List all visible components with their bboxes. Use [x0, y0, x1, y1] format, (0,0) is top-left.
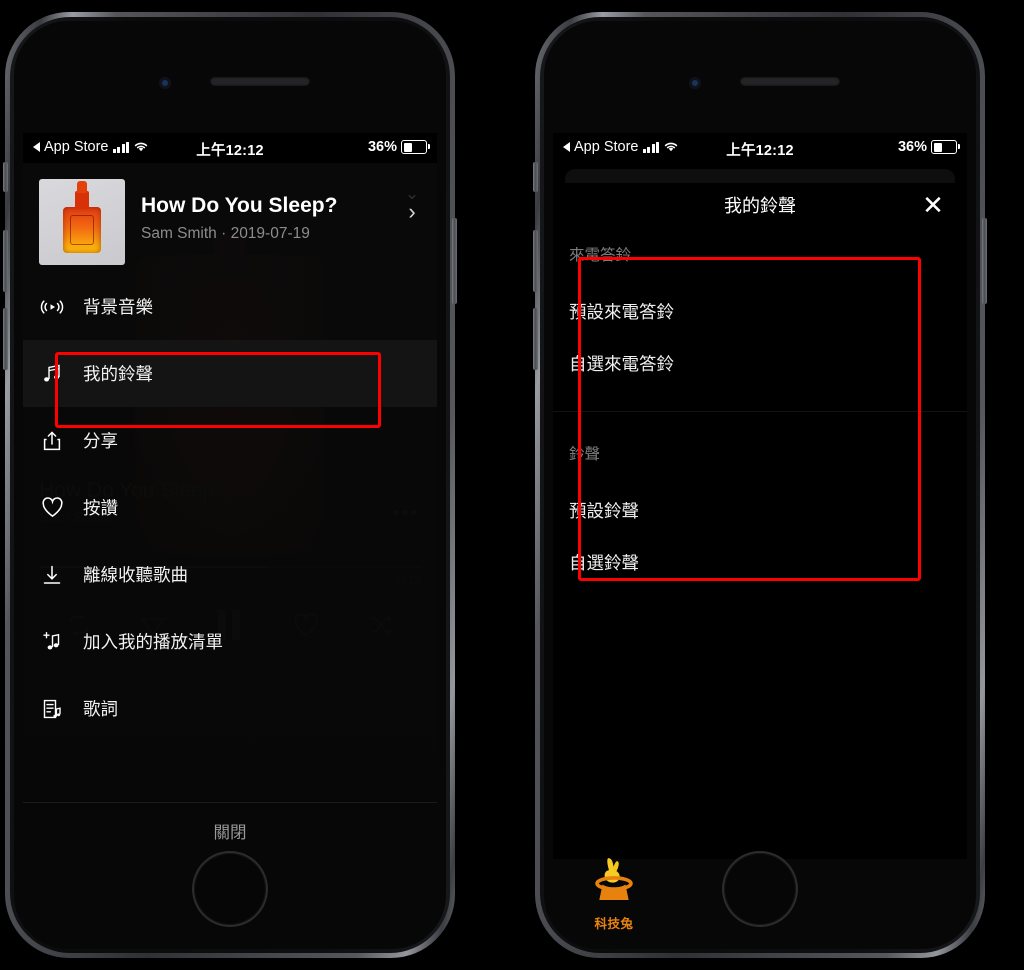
front-camera-icon [689, 77, 701, 89]
menu-label: 加入我的播放清單 [83, 632, 223, 652]
battery-percent-label: 36% [367, 139, 397, 155]
header-chevrons[interactable]: ⌄ › [399, 185, 425, 223]
sheet-header: How Do You Sleep? Sam Smith · 2019-07-19… [23, 163, 437, 273]
heart-icon [39, 495, 65, 521]
menu-label: 我的鈴聲 [83, 364, 153, 384]
broadcast-icon [39, 294, 65, 320]
menu-label: 分享 [83, 431, 118, 451]
menu-item-my-ringtone[interactable]: 我的鈴聲 [23, 340, 437, 407]
earpiece-speaker [740, 77, 840, 86]
lyrics-icon [39, 696, 65, 722]
list-item-custom-callertune[interactable]: 自選來電答鈴 [553, 337, 967, 389]
phone-left: App Store 上午12:12 36% How Do You Sleep? … [3, 12, 457, 958]
menu-item-like[interactable]: 按讚 [23, 474, 437, 541]
share-icon [39, 428, 65, 454]
list-item-default-ringtone[interactable]: 預設鈴聲 [553, 484, 967, 536]
volume-down-button[interactable] [533, 308, 538, 370]
power-button[interactable] [452, 218, 457, 304]
battery-icon [931, 140, 960, 154]
ringtone-header: 我的鈴聲 [553, 183, 967, 227]
front-camera-icon [159, 77, 171, 89]
menu-item-lyrics[interactable]: 歌詞 [23, 675, 437, 742]
screen-left: App Store 上午12:12 36% How Do You Sleep? … [23, 133, 437, 859]
power-button[interactable] [982, 218, 987, 304]
silent-switch-button[interactable] [533, 162, 538, 192]
menu-label: 歌詞 [83, 699, 118, 719]
action-sheet: How Do You Sleep? Sam Smith · 2019-07-19… [23, 163, 437, 859]
battery-icon [401, 140, 430, 154]
status-battery: 36% [367, 139, 430, 155]
menu-label: 按讚 [83, 498, 118, 518]
home-button[interactable] [194, 853, 266, 925]
volume-down-button[interactable] [3, 308, 8, 370]
phone-left-bezel: App Store 上午12:12 36% How Do You Sleep? … [14, 21, 446, 949]
album-art-perfume-bottle [39, 179, 125, 265]
close-x-icon[interactable]: ✕ [913, 183, 953, 227]
sheet-grabber [565, 169, 955, 183]
menu-item-background-music[interactable]: 背景音樂 [23, 273, 437, 340]
close-sheet-button[interactable]: 關閉 [23, 802, 437, 859]
section-heading-ringtone: 鈴聲 [569, 446, 601, 463]
menu-item-share[interactable]: 分享 [23, 407, 437, 474]
chevron-right-icon[interactable]: › [399, 201, 425, 223]
ringtone-list: 來電答鈴 預設來電答鈴 自選來電答鈴 鈴聲 預設鈴聲 自選鈴聲 [553, 227, 967, 859]
volume-up-button[interactable] [533, 230, 538, 292]
list-item-default-callertune[interactable]: 預設來電答鈴 [553, 285, 967, 337]
action-menu: 背景音樂 我的鈴聲 分享 按讚 離線收聽歌曲 加入我的播放清單 歌詞 [23, 273, 437, 742]
home-button[interactable] [724, 853, 796, 925]
watermark: 科技兔 [583, 855, 645, 932]
add-to-playlist-icon [39, 629, 65, 655]
section-heading-callertune: 來電答鈴 [569, 247, 632, 264]
phone-right-bezel: App Store 上午12:12 36% 我的鈴聲 ✕ 來電答鈴 預設來電答鈴… [544, 21, 976, 949]
status-bar-right: App Store 上午12:12 36% [553, 133, 967, 163]
song-meta: Sam Smith · 2019-07-19 [141, 225, 310, 243]
earpiece-speaker [210, 77, 310, 86]
screen-right: App Store 上午12:12 36% 我的鈴聲 ✕ 來電答鈴 預設來電答鈴… [553, 133, 967, 859]
music-note-icon [39, 361, 65, 387]
menu-item-add-to-playlist[interactable]: 加入我的播放清單 [23, 608, 437, 675]
volume-up-button[interactable] [3, 230, 8, 292]
page-title: 我的鈴聲 [724, 196, 796, 216]
menu-label: 背景音樂 [83, 297, 153, 317]
list-item-custom-ringtone[interactable]: 自選鈴聲 [553, 536, 967, 588]
status-bar-left: App Store 上午12:12 36% [23, 133, 437, 163]
watermark-label: 科技兔 [594, 917, 634, 931]
battery-percent-label: 36% [897, 139, 927, 155]
status-battery: 36% [897, 139, 960, 155]
screenshot-canvas: App Store 上午12:12 36% How Do You Sleep? … [0, 0, 1024, 970]
rabbit-in-hat-icon [595, 858, 633, 900]
phone-right: App Store 上午12:12 36% 我的鈴聲 ✕ 來電答鈴 預設來電答鈴… [533, 12, 987, 958]
menu-item-offline-download[interactable]: 離線收聽歌曲 [23, 541, 437, 608]
silent-switch-button[interactable] [3, 162, 8, 192]
song-title: How Do You Sleep? [141, 194, 338, 217]
download-icon [39, 562, 65, 588]
menu-label: 離線收聽歌曲 [83, 565, 188, 585]
